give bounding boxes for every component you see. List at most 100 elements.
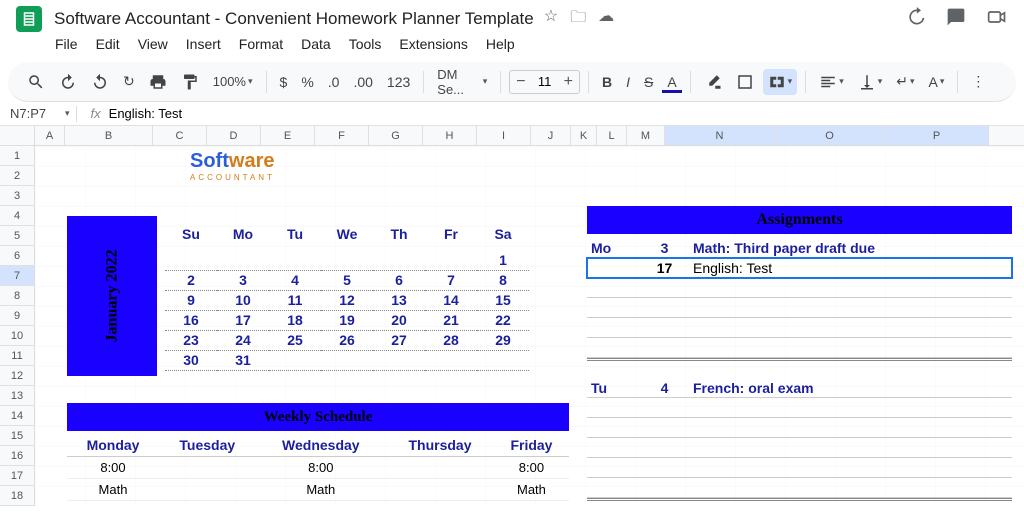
col-header-A[interactable]: A (35, 126, 65, 145)
row-header-16[interactable]: 16 (0, 446, 34, 466)
menu-help[interactable]: Help (486, 36, 515, 52)
row-header-13[interactable]: 13 (0, 386, 34, 406)
fill-color-button[interactable] (699, 69, 727, 95)
spreadsheet-canvas[interactable]: Software ACCOUNTANT January 2022 SuMoTuW… (35, 146, 1024, 506)
row-header-5[interactable]: 5 (0, 226, 34, 246)
fontsize-value[interactable]: 11 (532, 74, 558, 89)
brand-logo: Software ACCOUNTANT (190, 150, 275, 182)
format-123-button[interactable]: 123 (382, 70, 415, 94)
name-box[interactable]: N7:P7 (10, 106, 65, 121)
col-header-E[interactable]: E (261, 126, 315, 145)
row-header-4[interactable]: 4 (0, 206, 34, 226)
zoom-select[interactable]: 100% (208, 70, 258, 93)
row-header-9[interactable]: 9 (0, 306, 34, 326)
col-header-D[interactable]: D (207, 126, 261, 145)
row-header-14[interactable]: 14 (0, 406, 34, 426)
borders-button[interactable] (731, 69, 759, 95)
row-header-17[interactable]: 17 (0, 466, 34, 486)
merge-button[interactable] (763, 69, 798, 95)
meet-icon[interactable] (986, 7, 1008, 32)
menu-edit[interactable]: Edit (96, 36, 120, 52)
row-header-12[interactable]: 12 (0, 366, 34, 386)
assignments-list: Mo3Math: Third paper draft due17English:… (587, 238, 1012, 506)
row-header-7[interactable]: 7 (0, 266, 34, 286)
assignments-header: Assignments (587, 206, 1012, 234)
col-header-C[interactable]: C (153, 126, 207, 145)
menubar: File Edit View Insert Format Data Tools … (0, 32, 1024, 56)
fontsize-plus[interactable]: + (558, 71, 579, 93)
month-block: January 2022 (67, 216, 157, 376)
paint-format-icon[interactable] (176, 69, 204, 95)
name-box-dropdown-icon[interactable]: ▾ (65, 108, 70, 119)
col-header-P[interactable]: P (885, 126, 989, 145)
menu-format[interactable]: Format (239, 36, 283, 52)
row-header-8[interactable]: 8 (0, 286, 34, 306)
fx-icon: fx (91, 106, 101, 121)
undo-icon[interactable] (54, 69, 82, 95)
search-icon[interactable] (22, 69, 50, 95)
col-header-H[interactable]: H (423, 126, 477, 145)
increase-decimal-button[interactable]: .00 (348, 70, 377, 94)
percent-button[interactable]: % (296, 70, 318, 94)
cloud-status-icon[interactable]: ☁ (598, 6, 614, 33)
formula-bar: N7:P7 ▾ fx English: Test (0, 102, 1024, 126)
calendar: SuMoTuWeThFrSa12345678910111213141516171… (165, 226, 529, 371)
col-header-M[interactable]: M (627, 126, 665, 145)
row-header-2[interactable]: 2 (0, 166, 34, 186)
col-header-J[interactable]: J (531, 126, 571, 145)
col-header-K[interactable]: K (571, 126, 597, 145)
col-header-N[interactable]: N (665, 126, 775, 145)
row-header-18[interactable]: 18 (0, 486, 34, 506)
row-header-15[interactable]: 15 (0, 426, 34, 446)
col-header-G[interactable]: G (369, 126, 423, 145)
history-icon[interactable] (906, 7, 926, 32)
star-icon[interactable]: ☆ (544, 6, 558, 33)
menu-extensions[interactable]: Extensions (399, 36, 467, 52)
menu-insert[interactable]: Insert (186, 36, 221, 52)
more-icon[interactable]: ⋮ (966, 69, 990, 94)
italic-button[interactable]: I (621, 70, 635, 94)
assignment-row[interactable]: 17English: Test (587, 258, 1012, 278)
menu-file[interactable]: File (55, 36, 78, 52)
row-header-6[interactable]: 6 (0, 246, 34, 266)
wrap-button[interactable]: ↵ (891, 69, 919, 94)
valign-button[interactable] (853, 69, 888, 95)
document-title[interactable]: Software Accountant - Convenient Homewor… (54, 9, 534, 29)
reload-icon[interactable]: ↻ (118, 69, 140, 94)
weekly-header: Weekly Schedule (67, 403, 569, 431)
col-header-L[interactable]: L (597, 126, 627, 145)
row-headers: 123456789101112131415161718 (0, 146, 35, 506)
col-header-O[interactable]: O (775, 126, 885, 145)
assignment-row[interactable]: Tu4French: oral exam (587, 378, 1012, 398)
bold-button[interactable]: B (597, 70, 617, 94)
decrease-decimal-button[interactable]: .0 (323, 70, 345, 94)
rotate-button[interactable]: A (924, 70, 950, 94)
currency-button[interactable]: $ (275, 70, 293, 94)
font-select[interactable]: DM Se... (432, 63, 492, 101)
month-label: January 2022 (103, 250, 121, 343)
fontsize-minus[interactable]: − (510, 71, 531, 93)
menu-tools[interactable]: Tools (349, 36, 382, 52)
row-header-1[interactable]: 1 (0, 146, 34, 166)
text-color-button[interactable]: A (662, 70, 681, 93)
sheets-logo-icon[interactable] (16, 6, 42, 32)
row-header-10[interactable]: 10 (0, 326, 34, 346)
col-header-I[interactable]: I (477, 126, 531, 145)
comment-icon[interactable] (946, 7, 966, 32)
row-header-3[interactable]: 3 (0, 186, 34, 206)
menu-data[interactable]: Data (301, 36, 331, 52)
fontsize-stepper[interactable]: − 11 + (509, 70, 580, 94)
toolbar: ↻ 100% $ % .0 .00 123 DM Se... − 11 + B … (8, 62, 1016, 102)
halign-button[interactable] (814, 69, 849, 95)
weekly-schedule: MondayTuesdayWednesdayThursdayFriday8:00… (67, 434, 569, 506)
assignment-row[interactable]: Mo3Math: Third paper draft due (587, 238, 1012, 258)
col-header-B[interactable]: B (65, 126, 153, 145)
menu-view[interactable]: View (138, 36, 168, 52)
redo-icon[interactable] (86, 69, 114, 95)
print-icon[interactable] (144, 69, 172, 95)
strikethrough-button[interactable]: S (639, 70, 658, 94)
move-icon[interactable]: 🗀 (570, 6, 586, 33)
formula-input[interactable]: English: Test (109, 106, 182, 121)
col-header-F[interactable]: F (315, 126, 369, 145)
row-header-11[interactable]: 11 (0, 346, 34, 366)
